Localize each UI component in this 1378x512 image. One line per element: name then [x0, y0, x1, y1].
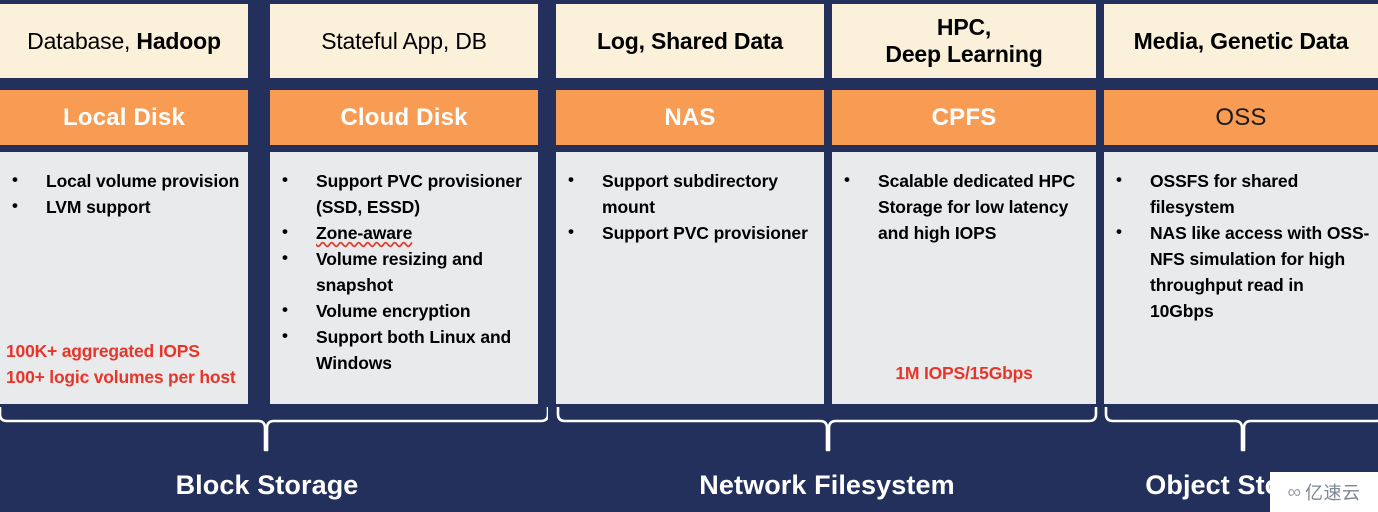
metric-local-disk: 100K+ aggregated IOPS 100+ logic volumes…	[6, 338, 236, 390]
column-cpfs: HPC, Deep Learning CPFS Scalable dedicat…	[832, 0, 1096, 405]
feature-box-cpfs: Scalable dedicated HPC Storage for low l…	[832, 152, 1096, 404]
diagram-canvas: Database, Hadoop Local Disk Local volume…	[0, 0, 1378, 512]
list-item: Support PVC provisioner	[564, 219, 816, 246]
service-label-nas: NAS	[664, 103, 716, 131]
category-label-line1: HPC,	[936, 14, 992, 40]
cloud-icon: ∞	[1287, 481, 1302, 503]
list-item: Volume resizing and snapshot	[278, 245, 530, 298]
brace-block-storage	[0, 405, 548, 453]
feature-list-cloud-disk: Support PVC provisioner (SSD, ESSD) Zone…	[278, 167, 530, 376]
list-item-text: Zone-aware	[316, 223, 413, 243]
list-item: LVM support	[8, 193, 240, 220]
metric-cpfs: 1M IOPS/15Gbps	[832, 360, 1096, 386]
service-label-cloud-disk: Cloud Disk	[340, 103, 468, 131]
list-item: Support both Linux and Windows	[278, 323, 530, 376]
list-item: OSSFS for shared filesystem	[1112, 167, 1370, 220]
brace-icon	[0, 407, 548, 452]
feature-box-local-disk: Local volume provision LVM support 100K+…	[0, 152, 248, 404]
feature-box-oss: OSSFS for shared filesystem NAS like acc…	[1104, 152, 1378, 404]
category-label-oss: Media, Genetic Data	[1133, 27, 1349, 54]
service-box-local-disk[interactable]: Local Disk	[0, 90, 248, 145]
list-item: Support PVC provisioner (SSD, ESSD)	[278, 167, 530, 220]
metric-line: 100+ logic volumes per host	[6, 367, 236, 387]
column-local-disk: Database, Hadoop Local Disk Local volume…	[0, 0, 248, 405]
category-label-cloud-disk: Stateful App, DB	[321, 27, 487, 54]
service-box-cloud-disk[interactable]: Cloud Disk	[270, 90, 538, 145]
service-label-local-disk: Local Disk	[62, 103, 186, 131]
list-item: Volume encryption	[278, 297, 530, 324]
column-cloud-disk: Stateful App, DB Cloud Disk Support PVC …	[270, 0, 538, 405]
category-box-cloud-disk: Stateful App, DB	[270, 4, 538, 78]
category-box-cpfs: HPC, Deep Learning	[832, 4, 1096, 78]
brace-object-storage	[1104, 405, 1378, 453]
category-label-cpfs: HPC, Deep Learning	[885, 14, 1042, 68]
service-box-cpfs[interactable]: CPFS	[832, 90, 1096, 145]
list-item: Scalable dedicated HPC Storage for low l…	[840, 167, 1088, 246]
feature-box-nas: Support subdirectory mount Support PVC p…	[556, 152, 824, 404]
list-item: NAS like access with OSS-NFS simulation …	[1112, 219, 1370, 324]
service-label-cpfs: CPFS	[931, 103, 997, 131]
feature-list-cpfs: Scalable dedicated HPC Storage for low l…	[840, 167, 1088, 246]
category-box-oss: Media, Genetic Data	[1104, 4, 1378, 78]
brace-network-filesystem	[556, 405, 1098, 453]
group-label-block-storage: Block Storage	[175, 470, 359, 500]
feature-list-oss: OSSFS for shared filesystem NAS like acc…	[1112, 167, 1370, 324]
category-label-nas: Log, Shared Data	[597, 27, 783, 54]
list-item: Local volume provision	[8, 167, 240, 194]
group-label-network-filesystem: Network Filesystem	[699, 470, 955, 500]
brace-icon	[556, 407, 1098, 452]
service-label-oss: OSS	[1215, 103, 1267, 131]
feature-list-local-disk: Local volume provision LVM support	[8, 167, 240, 220]
category-label-local-disk: Database, Hadoop	[27, 27, 221, 54]
watermark-label: 亿速云	[1305, 483, 1361, 504]
service-box-nas[interactable]: NAS	[556, 90, 824, 145]
category-box-local-disk: Database, Hadoop	[0, 4, 248, 78]
category-box-nas: Log, Shared Data	[556, 4, 824, 78]
metric-line: 100K+ aggregated IOPS	[6, 341, 200, 361]
list-item: Zone-aware	[278, 219, 530, 246]
column-nas: Log, Shared Data NAS Support subdirector…	[556, 0, 824, 405]
category-label-line2: Deep Learning	[885, 41, 1043, 67]
brace-icon	[1104, 407, 1378, 452]
column-oss: Media, Genetic Data OSS OSSFS for shared…	[1104, 0, 1378, 405]
list-item: Support subdirectory mount	[564, 167, 816, 220]
service-box-oss[interactable]: OSS	[1104, 90, 1378, 145]
feature-list-nas: Support subdirectory mount Support PVC p…	[564, 167, 816, 246]
metric-line: 1M IOPS/15Gbps	[895, 363, 1033, 383]
watermark: ∞ 亿速云	[1270, 472, 1378, 512]
feature-box-cloud-disk: Support PVC provisioner (SSD, ESSD) Zone…	[270, 152, 538, 404]
